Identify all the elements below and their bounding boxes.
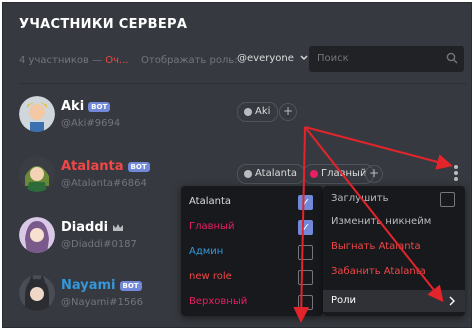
server-members-panel: УЧАСТНИКИ СЕРВЕРА 4 участников — Оч... О… (2, 2, 472, 328)
annotation-arrows (293, 126, 453, 323)
arrow-to-more-options (304, 126, 453, 170)
arrow-to-roles-menu (293, 126, 310, 323)
arrow-to-roles-item (304, 126, 444, 303)
